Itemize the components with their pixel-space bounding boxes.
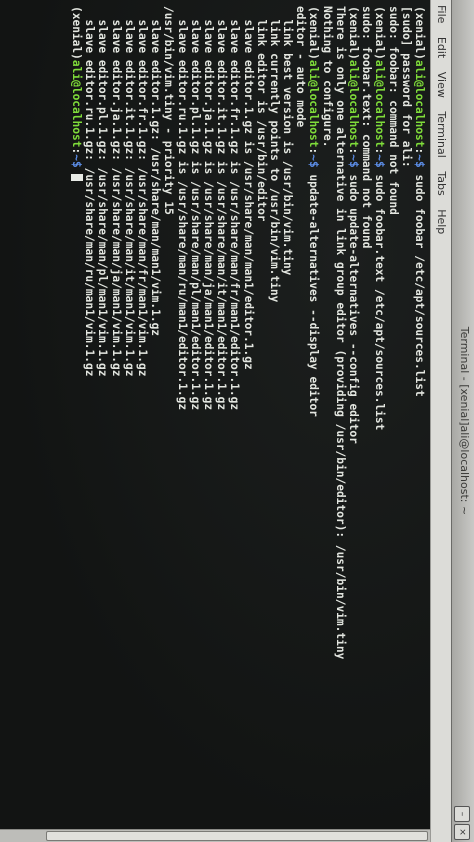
output-line: Nothing to configure. — [321, 6, 334, 842]
output-text: [sudo] password for ali: — [399, 6, 413, 168]
output-line: sudo: foobar.text: command not found — [360, 6, 373, 842]
prompt-line: (xenial)ali@localhost:~$ — [70, 6, 84, 842]
output-line: slave editor.fr.1.gz: /usr/share/man/fr/… — [136, 6, 149, 842]
minimize-icon[interactable]: – — [454, 806, 470, 822]
text-cursor — [71, 174, 84, 182]
output-line: /usr/bin/vim.tiny - priority 15 — [162, 6, 175, 842]
output-text: slave editor.pl.1.gz: /usr/share/man/pl/… — [96, 6, 110, 377]
output-text: slave editor.fr.1.gz: /usr/share/man/fr/… — [136, 6, 150, 377]
output-line: link best version is /usr/bin/vim.tiny — [281, 6, 294, 842]
output-text: editor - auto mode — [294, 6, 308, 128]
output-text: slave editor.ja.1.gz is /usr/share/man/j… — [202, 6, 215, 411]
output-line: There is only one alternative in link gr… — [334, 6, 347, 842]
output-text: slave editor.it.1.gz is /usr/share/man/i… — [215, 6, 229, 411]
prompt-chroot: (xenial) — [307, 6, 321, 60]
menu-bar: File Edit View Terminal Tabs Help — [430, 0, 451, 842]
output-line: slave editor.fr.1.gz is /usr/share/man/f… — [228, 6, 241, 842]
output-line: slave editor.pl.1.gz: /usr/share/man/pl/… — [96, 6, 110, 842]
output-line: slave editor.1.gz is /usr/share/man/man1… — [241, 6, 255, 842]
output-text: slave editor.fr.1.gz is /usr/share/man/f… — [228, 6, 242, 411]
menu-view[interactable]: View — [431, 67, 451, 103]
output-text: slave editor.ru.1.gz is /usr/share/man/r… — [175, 6, 189, 411]
output-line: slave editor.ru.1.gz is /usr/share/man/r… — [175, 6, 189, 842]
prompt-symbol: $ — [373, 160, 387, 168]
close-icon[interactable]: × — [454, 824, 470, 840]
prompt-line: (xenial)ali@localhost:~$ update-alternat… — [307, 6, 321, 417]
output-text: There is only one alternative in link gr… — [333, 6, 347, 660]
output-line: link currently points to /usr/bin/vim.ti… — [268, 6, 281, 842]
output-text: link best version is /usr/bin/vim.tiny — [281, 6, 295, 276]
menu-help[interactable]: Help — [431, 204, 451, 239]
terminal-window: Terminal - [xenial]ali@localhost: ~ – × … — [0, 0, 474, 842]
output-line: slave editor.it.1.gz: /usr/share/man/it/… — [123, 6, 136, 842]
prompt-user-host: ali@localhost — [373, 59, 387, 148]
output-text: slave editor.pl.1.gz is /usr/share/man/p… — [188, 6, 202, 411]
prompt-symbol: $ — [413, 160, 426, 168]
output-line: link editor is /usr/bin/editor — [255, 6, 268, 842]
photo-screen: Terminal - [xenial]ali@localhost: ~ – × … — [0, 0, 474, 842]
output-text: sudo: foobar: command not found — [386, 6, 400, 215]
prompt-line: (xenial)ali@localhost:~$ sudo update-alt… — [347, 6, 361, 444]
output-text: slave editor.ru.1.gz: /usr/share/man/ru/… — [83, 6, 97, 377]
prompt-path: ~ — [347, 154, 361, 161]
prompt-line: (xenial)ali@localhost:~$ sudo foobar.tex… — [373, 6, 387, 431]
scrollbar-thumb[interactable] — [46, 831, 428, 841]
command-text: update-alternatives --display editor — [307, 167, 321, 417]
prompt-symbol: $ — [70, 160, 84, 168]
prompt-chroot: (xenial) — [413, 6, 426, 60]
prompt-path: ~ — [413, 154, 426, 161]
output-line: [sudo] password for ali: — [400, 6, 413, 842]
window-title: Terminal - [xenial]ali@localhost: ~ — [458, 326, 471, 516]
output-line: slave editor.ru.1.gz: /usr/share/man/ru/… — [83, 6, 96, 842]
command-text: sudo foobar /etc/apt/sources.list — [413, 167, 426, 397]
prompt-user-host: ali@localhost — [307, 59, 321, 148]
prompt-path: ~ — [70, 154, 84, 161]
output-text: sudo: foobar.text: command not found — [360, 6, 374, 249]
terminal-output[interactable]: (xenial)ali@localhost:~$ sudo foobar /et… — [0, 0, 430, 842]
output-text: slave editor.1.gz is /usr/share/man/man1… — [241, 6, 255, 370]
output-text: Nothing to configure. — [320, 6, 334, 148]
prompt-user-host: ali@localhost — [347, 59, 361, 148]
prompt-user-host: ali@localhost — [413, 59, 426, 148]
output-text: /usr/bin/vim.tiny - priority 15 — [162, 6, 176, 215]
command-text: sudo update-alternatives --config editor — [347, 167, 361, 444]
output-line: sudo: foobar: command not found — [386, 6, 400, 842]
output-text: slave editor.ja.1.gz: /usr/share/man/ja/… — [109, 6, 123, 377]
output-line: slave editor.ja.1.gz: /usr/share/man/ja/… — [110, 6, 123, 842]
prompt-symbol: $ — [307, 160, 321, 168]
output-line: slave editor.1.gz: /usr/share/man/man1/v… — [149, 6, 162, 842]
prompt-path: ~ — [373, 154, 387, 161]
menu-edit[interactable]: Edit — [431, 32, 451, 63]
terminal-scrollbar[interactable] — [0, 829, 430, 842]
command-text: sudo foobar.text /etc/apt/sources.list — [373, 167, 387, 431]
menu-file[interactable]: File — [431, 0, 451, 28]
prompt-path: ~ — [307, 154, 321, 161]
menu-tabs[interactable]: Tabs — [431, 166, 451, 200]
prompt-chroot: (xenial) — [347, 6, 361, 60]
output-line: slave editor.ja.1.gz is /usr/share/man/j… — [202, 6, 215, 842]
output-text: link editor is /usr/bin/editor — [254, 6, 268, 222]
prompt-chroot: (xenial) — [70, 6, 84, 60]
command-text — [70, 168, 83, 175]
prompt-chroot: (xenial) — [373, 6, 387, 60]
output-line: slave editor.it.1.gz is /usr/share/man/i… — [215, 6, 228, 842]
output-text: link currently points to /usr/bin/vim.ti… — [267, 6, 281, 303]
output-line: slave editor.pl.1.gz is /usr/share/man/p… — [189, 6, 202, 842]
prompt-line: (xenial)ali@localhost:~$ sudo foobar /et… — [413, 6, 426, 397]
output-line: editor - auto mode — [294, 6, 307, 842]
prompt-user-host: ali@localhost — [70, 59, 84, 148]
prompt-symbol: $ — [347, 160, 361, 168]
menu-terminal[interactable]: Terminal — [431, 106, 451, 163]
output-text: slave editor.it.1.gz: /usr/share/man/it/… — [122, 6, 136, 377]
output-text: slave editor.1.gz: /usr/share/man/man1/v… — [149, 6, 163, 337]
window-titlebar[interactable]: Terminal - [xenial]ali@localhost: ~ – × — [451, 0, 474, 842]
